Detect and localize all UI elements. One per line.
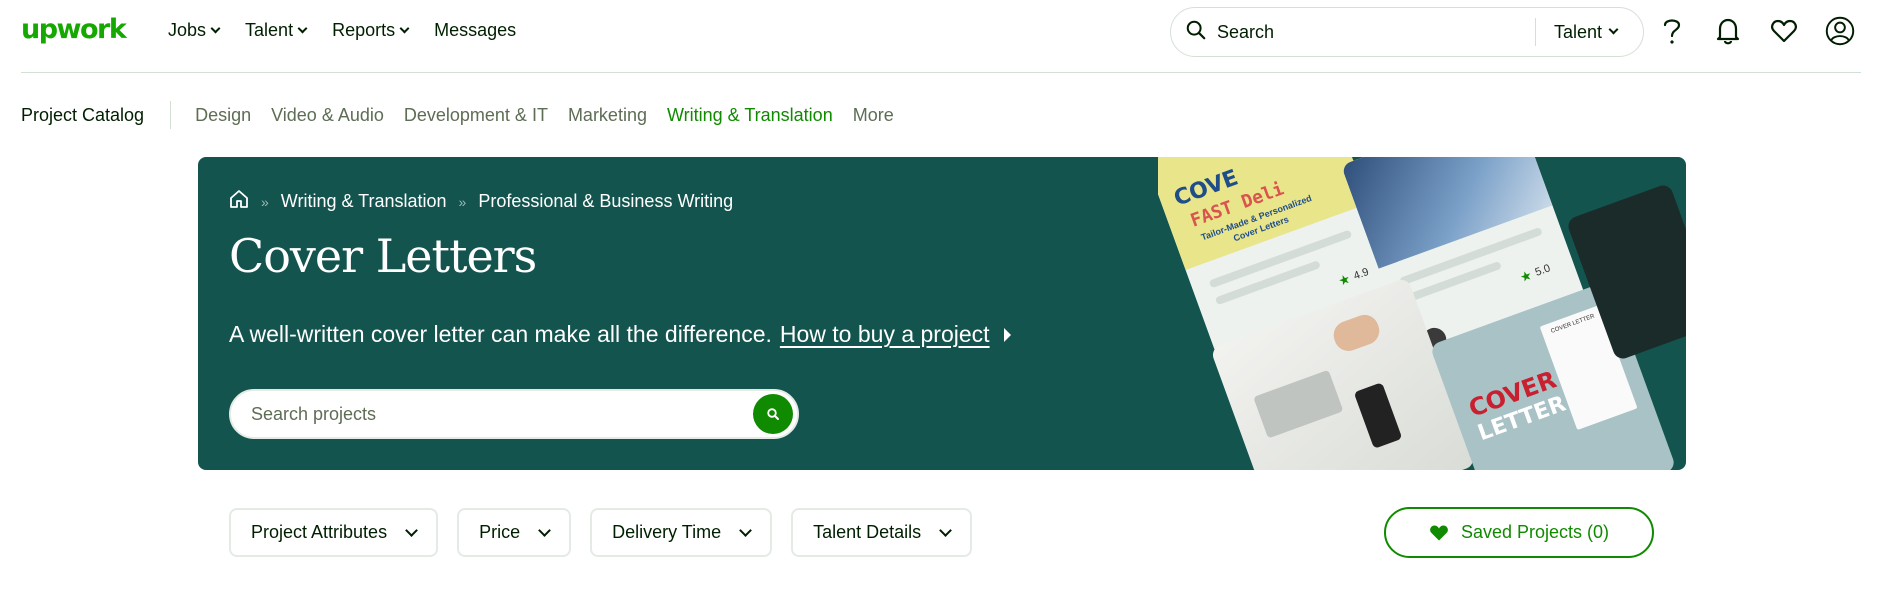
filter-talent-details[interactable]: Talent Details [791,508,973,557]
category-bar: Project Catalog Design Video & Audio Dev… [21,101,894,129]
filter-label: Project Attributes [251,522,388,542]
filter-price[interactable]: Price [457,508,572,557]
nav-messages[interactable]: Messages [434,20,516,41]
heart-icon[interactable] [1769,14,1799,48]
breadcrumb-separator: » [458,193,467,210]
saved-projects-button[interactable]: Saved Projects (0) [1384,507,1654,558]
category-design[interactable]: Design [195,105,251,126]
filter-label: Delivery Time [612,522,722,542]
collage-phone [1353,382,1403,449]
filter-label: Price [479,522,521,542]
star-icon: ★ [1336,270,1353,289]
star-icon: ★ [1517,267,1534,286]
chevron-down-icon [399,23,410,33]
collage-photo [1340,157,1553,269]
search-input[interactable]: Search [1217,22,1535,43]
project-search [229,389,799,439]
category-video-audio[interactable]: Video & Audio [271,105,384,126]
rating-value: 4.9 [1352,265,1371,283]
rating-value: 5.0 [1533,262,1553,279]
category-marketing[interactable]: Marketing [568,105,647,126]
category-divider [170,101,172,129]
hero-collage-image: COVE FAST Deli Tailor-Made & Personalize… [1158,157,1686,470]
header-divider [21,72,1861,73]
breadcrumb-writing-translation[interactable]: Writing & Translation [281,191,447,212]
page-title: Cover Letters [229,229,537,283]
category-development-it[interactable]: Development & IT [404,105,548,126]
help-icon[interactable] [1657,14,1687,48]
top-navigation: upwork Jobs Talent Reports Messages Sear… [0,0,1877,72]
nav-jobs[interactable]: Jobs [168,20,221,41]
filter-bar: Project Attributes Price Delivery Time T… [229,508,973,557]
breadcrumb-professional-business-writing[interactable]: Professional & Business Writing [478,191,733,212]
main-nav: Jobs Talent Reports Messages [168,20,516,41]
search-icon [767,408,779,420]
global-search[interactable]: Search Talent [1170,7,1644,57]
nav-talent[interactable]: Talent [245,20,308,41]
search-type-label: Talent [1553,21,1602,42]
nav-talent-label: Talent [245,20,294,40]
play-icon [1003,327,1011,342]
bell-icon[interactable] [1713,14,1743,48]
filter-delivery-time[interactable]: Delivery Time [590,508,773,557]
hero-description-text: A well-written cover letter can make all… [229,321,772,347]
nav-reports-label: Reports [332,20,396,40]
placeholder-line [1405,260,1502,303]
breadcrumb: » Writing & Translation » Professional &… [229,189,733,214]
chevron-down-icon [538,523,551,537]
filter-label: Talent Details [813,522,922,542]
collage-doc-title: COVER LETTER [1550,313,1596,335]
hero-banner: » Writing & Translation » Professional &… [198,157,1686,470]
header-actions [1657,14,1855,48]
project-catalog-link[interactable]: Project Catalog [21,105,170,126]
search-icon [1185,19,1207,46]
user-avatar-icon[interactable] [1825,14,1855,48]
chevron-down-icon [1608,24,1619,35]
heart-icon [1430,525,1448,540]
nav-messages-label: Messages [434,20,517,40]
chevron-down-icon [297,23,308,33]
chevron-down-icon [210,23,221,33]
project-search-input[interactable] [251,403,753,425]
how-to-buy-link[interactable]: How to buy a project [780,321,990,348]
hero-description: A well-written cover letter can make all… [229,321,1011,348]
chevron-down-icon [739,523,752,537]
chevron-down-icon [939,523,953,537]
chevron-down-icon [405,523,418,537]
filter-project-attributes[interactable]: Project Attributes [229,508,439,557]
category-writing-translation[interactable]: Writing & Translation [667,105,833,126]
breadcrumb-separator: » [261,193,269,210]
nav-reports[interactable]: Reports [332,20,410,41]
collage-hand [1329,310,1384,355]
saved-projects-label: Saved Projects (0) [1460,522,1610,542]
home-icon[interactable] [229,189,249,214]
upwork-logo[interactable]: upwork [21,14,127,45]
collage-laptop [1253,369,1344,439]
project-search-button[interactable] [753,394,793,434]
nav-jobs-label: Jobs [168,20,207,40]
category-list: Design Video & Audio Development & IT Ma… [195,105,894,126]
category-more[interactable]: More [853,105,894,126]
search-type-dropdown[interactable]: Talent [1536,22,1643,43]
